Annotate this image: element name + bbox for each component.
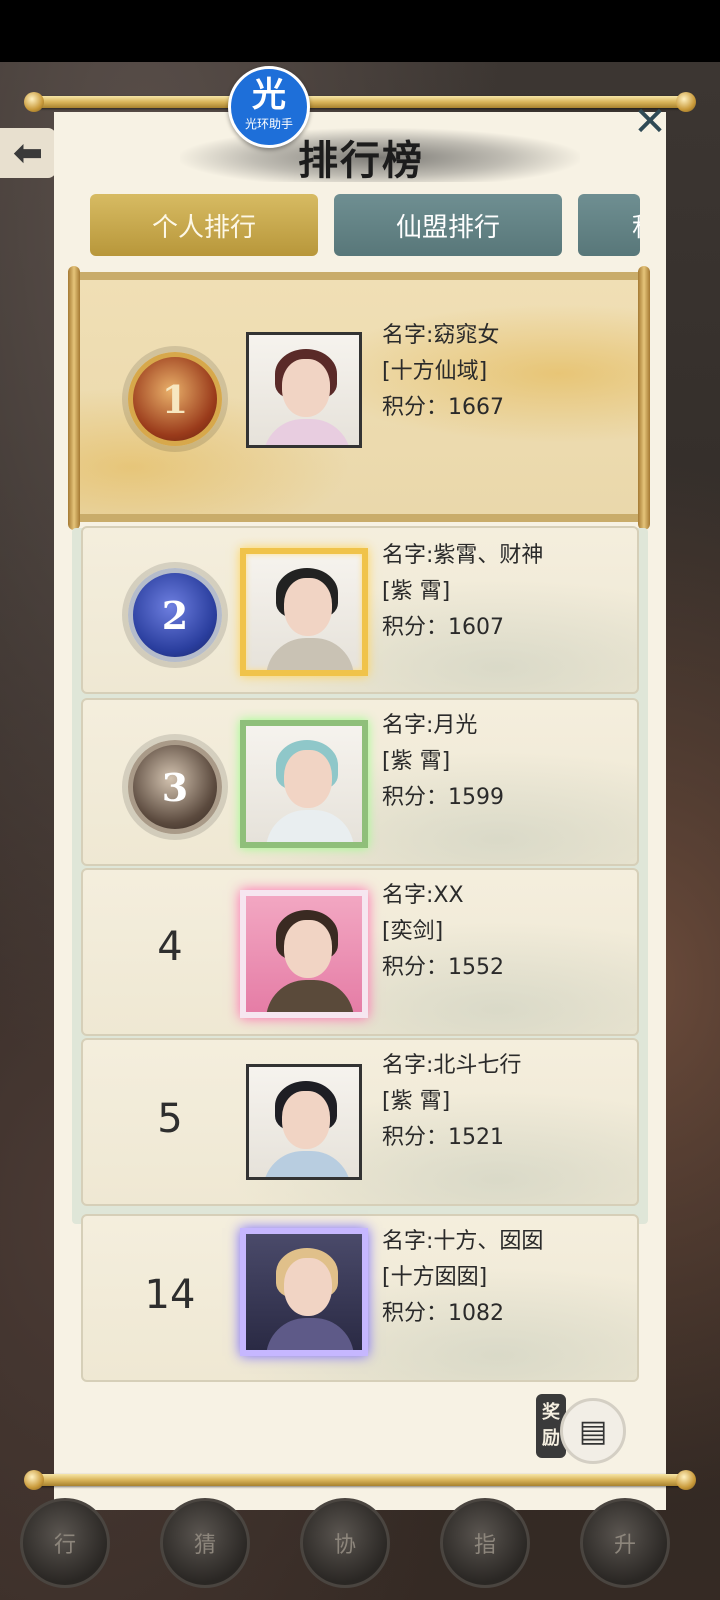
player-guild: [奕剑] [382,919,444,944]
my-rank-info: 名字:十方、囡囡 [十方囡囡] 积分：1082 [382,1224,543,1332]
rank-3-info: 名字:月光 [紫 霄] 积分：1599 [382,708,504,816]
player-guild: [紫 霄] [382,1089,451,1114]
player-name: 名字:紫霄、财神 [382,543,544,568]
halo-badge-label: 光环助手 [244,117,293,131]
bottom-menu-item[interactable]: 猜 [160,1498,250,1588]
player-guild: [紫 霄] [382,579,451,604]
player-name: 名字:北斗七行 [382,1053,522,1078]
player-guild: [紫 霄] [382,749,451,774]
player-avatar[interactable] [240,890,368,1018]
player-score: 积分：1552 [382,955,504,980]
treasure-chest-icon: ▤ [560,1398,626,1464]
player-score: 积分：1607 [382,615,504,640]
gold-medal-icon: 1 [128,352,222,446]
player-score: 积分：1082 [382,1301,504,1326]
rank-number: 4 [157,924,183,970]
player-avatar[interactable] [240,548,368,676]
rank-2-info: 名字:紫霄、财神 [紫 霄] 积分：1607 [382,538,543,646]
halo-icon: 光 [252,75,286,115]
back-arrow-icon: ⬅ [12,132,44,174]
halo-assistant-badge[interactable]: 光 光环助手 [228,66,310,148]
tab-alliance-ranking[interactable]: 仙盟排行 [334,194,562,256]
bottom-menu-item[interactable]: 升 [580,1498,670,1588]
bottom-menu: 行 猜 协 指 升 [0,1486,720,1600]
player-avatar[interactable] [240,1228,368,1356]
player-guild: [十方仙域] [382,359,488,384]
scroll-rod-left [68,266,80,530]
bottom-menu-item[interactable]: 行 [20,1498,110,1588]
player-name: 名字:十方、囡囡 [382,1229,544,1254]
scroll-rod-top [24,92,696,112]
bottom-menu-item[interactable]: 指 [440,1498,530,1588]
tab-personal-ranking[interactable]: 个人排行 [90,194,318,256]
reward-button[interactable]: 奖励 ▤ [536,1394,636,1474]
player-avatar[interactable] [240,720,368,848]
player-name: 名字:窈窕女 [382,323,500,348]
rank-1-info: 名字:窈窕女 [十方仙域] 积分：1667 [382,318,504,426]
close-button[interactable]: ✕ [630,102,670,142]
player-avatar[interactable] [246,1064,362,1180]
player-score: 积分：1667 [382,395,504,420]
back-button[interactable]: ⬅ [0,128,56,178]
player-avatar[interactable] [246,332,362,448]
close-icon: ✕ [633,99,667,145]
rank-5-info: 名字:北斗七行 [紫 霄] 积分：1521 [382,1048,521,1156]
player-score: 积分：1599 [382,785,504,810]
player-guild: [十方囡囡] [382,1265,488,1290]
bronze-medal-icon: 3 [128,740,222,834]
bottom-menu-item[interactable]: 协 [300,1498,390,1588]
status-bar [0,0,720,62]
scroll-rod-bottom [24,1470,696,1490]
tab-third-ranking[interactable]: 积 [578,194,640,256]
rank-number: 5 [157,1096,183,1142]
scroll-rod-right [638,266,650,530]
player-score: 积分：1521 [382,1125,504,1150]
my-rank-number: 14 [144,1272,196,1318]
player-name: 名字:月光 [382,713,478,738]
rank-4-info: 名字:XX [奕剑] 积分：1552 [382,878,504,986]
silver-medal-icon: 2 [128,568,222,662]
player-name: 名字:XX [382,883,464,908]
